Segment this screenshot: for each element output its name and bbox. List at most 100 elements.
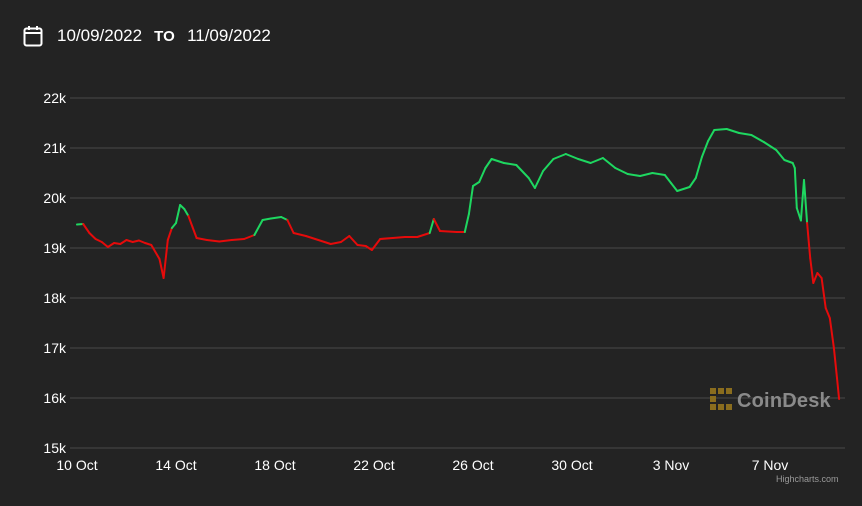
price-segment-down — [820, 277, 827, 309]
price-segment-up — [542, 158, 555, 172]
price-segment-down — [329, 241, 342, 245]
y-tick-label: 17k — [43, 340, 67, 356]
price-segment-up — [502, 162, 518, 166]
x-tick-label: 3 Nov — [653, 457, 690, 473]
price-segment-up — [533, 170, 545, 189]
price-segment-down — [94, 238, 103, 243]
price-segment-down — [447, 230, 458, 233]
price-segment-down — [416, 232, 431, 238]
price-segment-up — [589, 157, 604, 164]
price-segment-down — [243, 234, 256, 240]
x-tick-label: 18 Oct — [254, 457, 295, 473]
y-tick-label: 18k — [43, 290, 67, 306]
price-segment-down — [379, 237, 394, 240]
price-segment-up — [670, 182, 679, 192]
y-tick-label: 16k — [43, 390, 67, 406]
x-tick-label: 14 Oct — [155, 457, 196, 473]
price-segment-up — [564, 153, 580, 160]
price-segment-up — [183, 208, 190, 217]
coindesk-watermark: CoinDesk — [710, 388, 831, 415]
price-segment-up — [467, 185, 474, 215]
y-tick-label: 22k — [43, 90, 67, 106]
price-segment-down — [137, 239, 147, 244]
price-segment-down — [809, 257, 815, 284]
price-segment-up — [527, 177, 536, 189]
price-segment-down — [195, 237, 208, 241]
price-segment-up — [707, 129, 716, 142]
price-segment-up — [261, 217, 272, 221]
price-segment-up — [552, 153, 567, 160]
price-segment-up — [484, 158, 493, 169]
x-axis-labels: 10 Oct 14 Oct 18 Oct 22 Oct 26 Oct 30 Oct 3 No… — [56, 457, 788, 473]
price-segment-up — [793, 167, 798, 209]
price-segment-up — [738, 132, 753, 136]
price-segment-up — [428, 218, 435, 234]
price-segment-down — [356, 244, 367, 247]
price-segment-down — [162, 239, 169, 279]
price-segment-down — [106, 242, 116, 248]
price-segment-up — [694, 156, 703, 179]
x-tick-label: 10 Oct — [56, 457, 97, 473]
price-segment-down — [230, 238, 246, 241]
price-segment-up — [490, 158, 505, 164]
price-segment-up — [663, 174, 672, 184]
x-tick-label: 26 Oct — [452, 457, 493, 473]
price-segment-down — [317, 239, 332, 245]
price-segment-up — [463, 213, 470, 233]
price-segment-down — [88, 232, 97, 240]
price-segment-up — [626, 173, 642, 177]
price-segment-up — [775, 149, 786, 161]
price-segment-down — [187, 215, 194, 228]
coindesk-watermark-text: CoinDesk — [737, 390, 831, 412]
y-tick-label: 20k — [43, 190, 67, 206]
price-segment-down — [218, 239, 233, 243]
price-segment-up — [577, 158, 592, 164]
x-tick-label: 7 Nov — [752, 457, 789, 473]
price-segment-up — [269, 216, 283, 220]
price-segment-down — [166, 227, 173, 241]
price-segment-up — [478, 167, 487, 183]
price-segment-up — [688, 177, 697, 188]
price-segment-up — [601, 157, 617, 169]
price-segment-down — [150, 244, 161, 260]
price-segment-down — [432, 218, 441, 232]
price-segment-up — [676, 186, 691, 192]
price-segment-down — [348, 235, 359, 246]
price-segment-up — [614, 167, 629, 175]
y-axis-labels: 15k 16k 17k 18k 19k 20k 21k 22k — [43, 90, 67, 456]
price-segment-down — [828, 317, 835, 349]
price-segment-up — [253, 219, 264, 236]
y-tick-label: 21k — [43, 140, 67, 156]
price-segment-up — [762, 141, 778, 151]
x-tick-label: 22 Oct — [353, 457, 394, 473]
y-tick-label: 15k — [43, 440, 67, 456]
coindesk-logo-icon — [710, 388, 732, 415]
y-tick-label: 19k — [43, 240, 67, 256]
price-segment-down — [832, 347, 838, 379]
price-segment-up — [175, 204, 182, 224]
price-chart: 15k 16k 17k 18k 19k 20k 21k 22k 10 Oct 14 Oct 18 … — [43, 90, 845, 473]
price-segment-up — [639, 172, 654, 177]
price-segment-up — [280, 216, 289, 221]
x-tick-label: 30 Oct — [551, 457, 592, 473]
price-segment-up — [803, 179, 809, 224]
price-segment-down — [304, 235, 320, 241]
price-segment-down — [286, 219, 295, 234]
price-segment-down — [824, 307, 831, 319]
price-segment-up — [472, 181, 481, 187]
price-segment-up — [713, 128, 728, 131]
price-segment-down — [191, 226, 198, 239]
price-segment-down — [292, 232, 307, 237]
highcharts-credits-link[interactable]: Highcharts.com — [776, 474, 839, 484]
price-segment-up — [750, 134, 765, 143]
price-segment-down — [100, 241, 109, 248]
price-segment-down — [439, 230, 450, 233]
price-segment-down — [205, 239, 221, 243]
price-segment-down — [391, 236, 406, 239]
price-segment-down — [812, 272, 819, 284]
price-segment-down — [806, 222, 812, 259]
price-line — [76, 128, 841, 400]
price-segment-down — [82, 223, 91, 234]
price-segment-down — [836, 377, 841, 400]
price-segment-down — [340, 235, 351, 243]
